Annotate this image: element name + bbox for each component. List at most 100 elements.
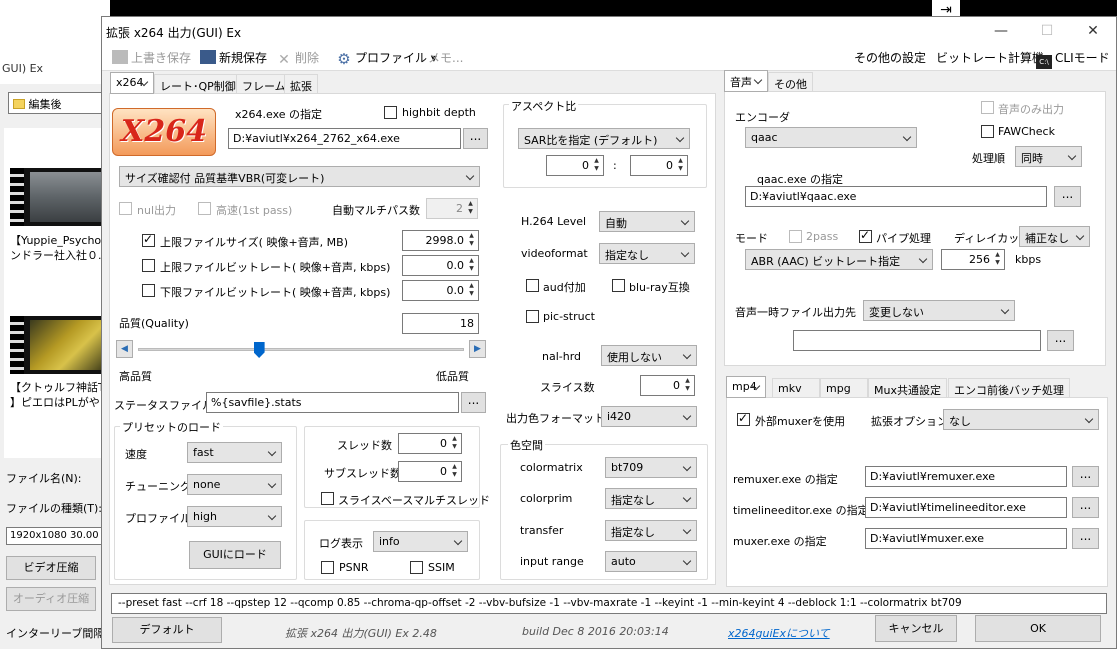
spinner-icon[interactable]: ▲ ▼: [466, 282, 477, 299]
slices-input[interactable]: 0 ▲ ▼: [640, 375, 695, 396]
memo-button[interactable]: メモ...: [428, 50, 463, 67]
spinner-icon[interactable]: ▲ ▼: [682, 377, 693, 394]
upper-filesize-input[interactable]: 2998.0 ▲ ▼: [402, 230, 479, 251]
other-settings-button[interactable]: その他の設定: [854, 50, 926, 67]
video-compress-button[interactable]: ビデオ圧縮: [6, 556, 96, 580]
fast-1st-pass-checkbox[interactable]: [198, 202, 211, 215]
tab-mux-common[interactable]: Mux共通設定: [868, 378, 947, 398]
tab-x264[interactable]: x264: [110, 72, 154, 94]
transfer-select[interactable]: 指定なし: [605, 520, 697, 541]
h264-level-select[interactable]: 自動: [599, 211, 695, 232]
profile-select[interactable]: high: [187, 506, 282, 527]
muxer-path-input[interactable]: D:¥aviutl¥muxer.exe: [865, 528, 1067, 549]
videoformat-select[interactable]: 指定なし: [599, 243, 695, 264]
tuning-select[interactable]: none: [187, 474, 282, 495]
stats-file-browse-button[interactable]: ...: [461, 392, 486, 413]
ssim-checkbox[interactable]: [410, 561, 423, 574]
slider-left-arrow-icon[interactable]: ◀: [116, 340, 133, 358]
tab-batch[interactable]: エンコ前後バッチ処理: [948, 378, 1070, 398]
audio-mode-select[interactable]: ABR (AAC) ビットレート指定: [745, 249, 933, 270]
spinner-icon[interactable]: ▲ ▼: [466, 257, 477, 274]
audio-compress-button[interactable]: オーディオ圧縮: [6, 587, 96, 611]
spinner-icon[interactable]: ▲ ▼: [465, 200, 476, 217]
cli-mode-button[interactable]: C:\ CLIモード: [1036, 50, 1110, 69]
temp-file-path-input[interactable]: [793, 330, 1041, 351]
audio-exe-browse-button[interactable]: ...: [1054, 186, 1081, 207]
remuxer-browse-button[interactable]: ...: [1072, 466, 1099, 487]
log-level-select[interactable]: info: [373, 531, 468, 552]
sar-y-input[interactable]: 0 ▲ ▼: [630, 155, 688, 176]
pic-struct-checkbox[interactable]: [526, 310, 539, 323]
audio-only-checkbox[interactable]: [981, 101, 994, 114]
sar-x-input[interactable]: 0 ▲ ▼: [546, 155, 604, 176]
timeline-browse-button[interactable]: ...: [1072, 497, 1099, 518]
encode-mode-select[interactable]: サイズ確認付 品質基準VBR(可変レート): [119, 166, 480, 187]
audio-bitrate-input[interactable]: 256 ▲ ▼: [941, 249, 1005, 270]
temp-file-select[interactable]: 変更しない: [863, 300, 1015, 321]
tab-other[interactable]: その他: [768, 72, 813, 92]
default-button[interactable]: デフォルト: [112, 617, 222, 643]
command-line-preview[interactable]: --preset fast --crf 18 --qpstep 12 --qco…: [111, 593, 1107, 614]
subthreads-input[interactable]: 0 ▲ ▼: [398, 461, 462, 482]
lower-bitrate-input[interactable]: 0.0 ▲ ▼: [402, 280, 479, 301]
video-thumbnail[interactable]: [10, 316, 110, 374]
x264-exe-browse-button[interactable]: ...: [463, 128, 488, 149]
tab-rate-qp[interactable]: レート･QP制御: [154, 74, 242, 94]
bluray-checkbox[interactable]: [612, 279, 625, 292]
slider-thumb[interactable]: [253, 342, 265, 358]
close-icon[interactable]: ✕: [1070, 17, 1116, 45]
audio-exe-path-input[interactable]: D:¥aviutl¥qaac.exe: [745, 186, 1047, 207]
nal-hrd-select[interactable]: 使用しない: [601, 345, 697, 366]
folder-dropdown[interactable]: 編集後: [8, 92, 108, 114]
spinner-icon[interactable]: ▲ ▼: [675, 157, 686, 174]
spinner-icon[interactable]: ▲ ▼: [591, 157, 602, 174]
profile-menu-button[interactable]: ⚙ プロファイル ▾: [336, 50, 437, 67]
audio-encoder-select[interactable]: qaac: [745, 127, 917, 148]
spinner-icon[interactable]: ▲ ▼: [466, 232, 477, 249]
highbit-checkbox[interactable]: [384, 106, 397, 119]
maximize-icon[interactable]: ☐: [1024, 17, 1070, 45]
slice-mt-checkbox[interactable]: [321, 492, 334, 505]
delete-button[interactable]: ✕ 削除: [276, 50, 319, 67]
threads-input[interactable]: 0 ▲ ▼: [398, 433, 462, 454]
spinner-icon[interactable]: ▲ ▼: [449, 463, 460, 480]
about-link[interactable]: x264guiExについて: [728, 625, 830, 641]
overwrite-save-button[interactable]: 上書き保存: [112, 50, 191, 67]
colormatrix-select[interactable]: bt709: [605, 457, 697, 478]
ok-button[interactable]: OK: [975, 615, 1101, 642]
slider-right-arrow-icon[interactable]: ▶: [469, 340, 486, 358]
colorprim-select[interactable]: 指定なし: [605, 488, 697, 509]
sar-select[interactable]: SAR比を指定 (デフォルト): [518, 128, 690, 149]
bitrate-calc-button[interactable]: ビットレート計算機: [936, 50, 1044, 67]
timeline-path-input[interactable]: D:¥aviutl¥timelineeditor.exe: [865, 497, 1067, 518]
delay-cut-select[interactable]: 補正なし: [1019, 226, 1090, 247]
x264-exe-path-input[interactable]: D:¥aviutl¥x264_2762_x64.exe: [228, 128, 461, 149]
lower-bitrate-checkbox[interactable]: [142, 284, 155, 297]
new-save-button[interactable]: 新規保存: [200, 50, 267, 67]
upper-bitrate-checkbox[interactable]: [142, 259, 155, 272]
tab-mp4[interactable]: mp4: [726, 376, 766, 398]
external-muxer-checkbox[interactable]: [737, 411, 750, 426]
input-range-select[interactable]: auto: [605, 551, 697, 572]
video-thumbnail[interactable]: [10, 168, 110, 226]
pipe-checkbox[interactable]: [859, 228, 872, 243]
muxer-browse-button[interactable]: ...: [1072, 528, 1099, 549]
minimize-icon[interactable]: —: [978, 17, 1024, 45]
tab-mkv[interactable]: mkv: [772, 378, 820, 398]
spinner-icon[interactable]: ▲ ▼: [449, 435, 460, 452]
aud-checkbox[interactable]: [526, 279, 539, 292]
spinner-icon[interactable]: ▲ ▼: [992, 251, 1003, 268]
order-select[interactable]: 同時: [1015, 146, 1082, 167]
gui-load-button[interactable]: GUIにロード: [189, 541, 281, 569]
fawcheck-checkbox[interactable]: [981, 125, 994, 138]
quality-slider[interactable]: ◀ ▶: [116, 339, 486, 359]
cancel-button[interactable]: キャンセル: [875, 615, 957, 642]
tab-mpg[interactable]: mpg: [820, 378, 868, 398]
nul-output-checkbox[interactable]: [119, 202, 132, 215]
upper-bitrate-input[interactable]: 0.0 ▲ ▼: [402, 255, 479, 276]
quality-input[interactable]: 18: [402, 313, 479, 334]
tab-audio[interactable]: 音声: [724, 70, 768, 92]
twopass-checkbox[interactable]: [789, 230, 802, 243]
out-color-select[interactable]: i420: [601, 406, 697, 427]
psnr-checkbox[interactable]: [321, 561, 334, 574]
